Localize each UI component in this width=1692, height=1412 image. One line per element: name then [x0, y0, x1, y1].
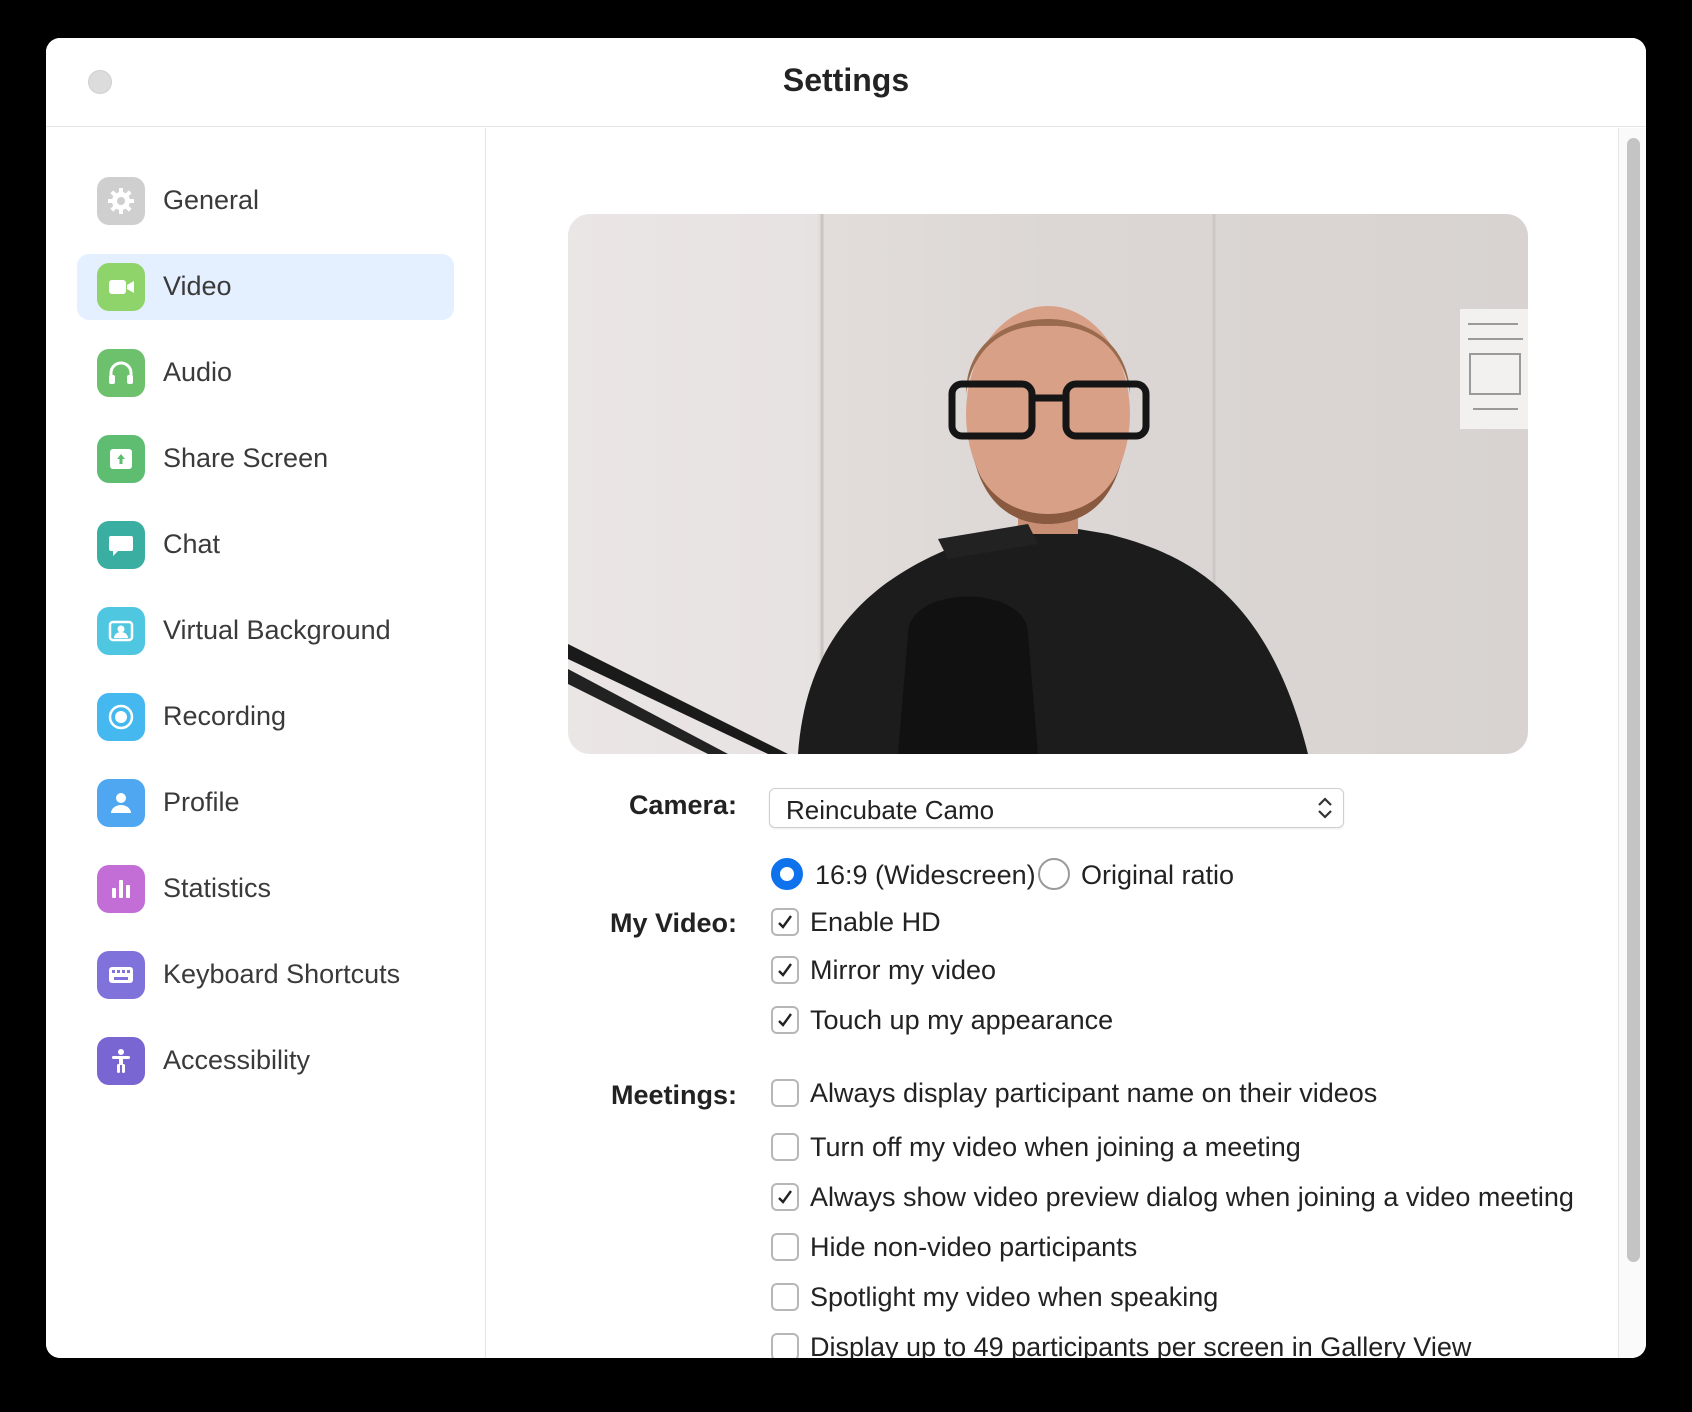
sidebar-item-label: Virtual Background — [163, 615, 391, 645]
video-preview-dialog-label: Always show video preview dialog when jo… — [810, 1182, 1574, 1212]
camera-label: Camera: — [628, 790, 737, 820]
enable-hd-checkbox[interactable] — [771, 908, 799, 936]
keyboard-icon — [97, 951, 145, 999]
turn-off-video-label: Turn off my video when joining a meeting — [810, 1132, 1301, 1162]
sidebar-item-label: Accessibility — [163, 1045, 311, 1075]
sidebar-item-label: Recording — [163, 701, 287, 731]
checkmark-icon — [778, 1013, 792, 1027]
sidebar-item-label: Keyboard Shortcuts — [163, 959, 401, 989]
video-preview-dialog-checkbox[interactable] — [771, 1183, 799, 1211]
spotlight-checkbox[interactable] — [771, 1283, 799, 1311]
checkmark-icon — [778, 1190, 792, 1204]
ratio-widescreen-label: 16:9 (Widescreen) — [815, 860, 1036, 890]
bar-chart-icon — [97, 865, 145, 913]
turn-off-video-checkbox[interactable] — [771, 1133, 799, 1161]
my-video-label: My Video: — [609, 908, 737, 938]
video-camera-icon — [97, 263, 145, 311]
virtual-background-icon — [97, 607, 145, 655]
sidebar-item-label: Share Screen — [163, 443, 329, 473]
ratio-original-label: Original ratio — [1081, 860, 1235, 890]
video-settings-panel: Camera: Reincubate Camo 16:9 (Widescreen… — [487, 128, 1646, 1358]
sidebar-item-chat[interactable]: Chat — [77, 512, 454, 578]
chat-bubble-icon — [97, 521, 145, 569]
gear-icon — [97, 177, 145, 225]
hide-non-video-label: Hide non-video participants — [810, 1232, 1138, 1262]
sidebar-item-accessibility[interactable]: Accessibility — [77, 1028, 454, 1094]
hide-non-video-checkbox[interactable] — [771, 1233, 799, 1261]
sidebar-item-share-screen[interactable]: Share Screen — [77, 426, 454, 492]
sidebar-item-label: Profile — [163, 787, 240, 817]
enable-hd-label: Enable HD — [810, 907, 941, 937]
sidebar-item-profile[interactable]: Profile — [77, 770, 454, 836]
chevron-up-down-icon — [1318, 797, 1332, 819]
vertical-scrollbar[interactable] — [1618, 128, 1646, 1358]
sidebar-item-statistics[interactable]: Statistics — [77, 856, 454, 922]
spotlight-label: Spotlight my video when speaking — [810, 1282, 1219, 1312]
sidebar-item-audio[interactable]: Audio — [77, 340, 454, 406]
title-bar: Settings — [46, 38, 1646, 127]
display-name-label: Always display participant name on their… — [810, 1078, 1378, 1108]
touch-up-label: Touch up my appearance — [810, 1005, 1114, 1035]
accessibility-icon — [97, 1037, 145, 1085]
touch-up-checkbox[interactable] — [771, 1006, 799, 1034]
settings-sidebar: General Video Audio Share Screen Chat Vi… — [46, 128, 486, 1358]
headphones-icon — [97, 349, 145, 397]
meetings-label: Meetings: — [610, 1080, 737, 1110]
sidebar-item-label: Video — [163, 271, 232, 301]
share-screen-icon — [97, 435, 145, 483]
mirror-video-checkbox[interactable] — [771, 956, 799, 984]
mirror-video-label: Mirror my video — [810, 955, 997, 985]
camera-preview — [568, 214, 1528, 754]
ratio-widescreen-radio[interactable] — [771, 858, 803, 890]
display-name-checkbox[interactable] — [771, 1079, 799, 1107]
gallery-49-checkbox[interactable] — [771, 1333, 799, 1358]
camera-select[interactable]: Reincubate Camo — [769, 788, 1344, 828]
sidebar-item-label: Chat — [163, 529, 221, 559]
gallery-49-label: Display up to 49 participants per screen… — [810, 1332, 1472, 1358]
checkmark-icon — [778, 963, 792, 977]
checkmark-icon — [778, 915, 792, 929]
sidebar-item-keyboard-shortcuts[interactable]: Keyboard Shortcuts — [77, 942, 454, 1008]
scrollbar-thumb[interactable] — [1627, 138, 1640, 1262]
window-title: Settings — [782, 62, 910, 98]
record-icon — [97, 693, 145, 741]
sidebar-item-label: Statistics — [163, 873, 272, 903]
sidebar-item-label: General — [163, 185, 260, 215]
sidebar-item-virtual-background[interactable]: Virtual Background — [77, 598, 454, 664]
settings-window: Settings General Video Audio Share Scree… — [46, 38, 1646, 1358]
sidebar-item-label: Audio — [163, 357, 233, 387]
sidebar-item-video[interactable]: Video — [77, 254, 454, 320]
sidebar-item-general[interactable]: General — [77, 168, 454, 234]
sidebar-item-recording[interactable]: Recording — [77, 684, 454, 750]
person-icon — [97, 779, 145, 827]
ratio-original-radio[interactable] — [1038, 858, 1070, 890]
camera-preview-image — [568, 214, 1528, 754]
camera-select-value: Reincubate Camo — [786, 795, 995, 825]
